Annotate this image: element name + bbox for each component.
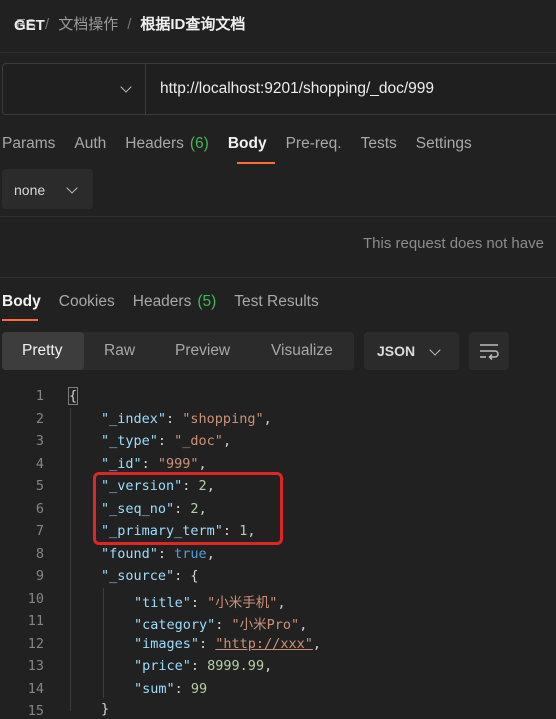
json-key: "sum"	[134, 681, 175, 697]
tab-response-headers-label: Headers	[132, 293, 192, 310]
tab-headers-count: (6)	[189, 135, 209, 152]
tab-response-body[interactable]: Body	[2, 293, 41, 310]
line-number: 6	[35, 501, 44, 517]
json-value: "_doc"	[174, 433, 223, 449]
json-field: "_id": "999",	[101, 456, 207, 472]
line-number: 10	[27, 591, 44, 607]
json-key: "images"	[134, 636, 200, 652]
tab-headers[interactable]: Headers (6)	[125, 135, 209, 152]
tab-tests[interactable]: Tests	[361, 135, 397, 152]
no-body-message: This request does not have	[363, 235, 544, 252]
json-field: "_index": "shopping",	[101, 411, 272, 427]
view-mode-raw[interactable]: Raw	[104, 342, 135, 360]
json-field: "price": 8999.99,	[134, 658, 273, 674]
active-tab-indicator	[237, 162, 275, 164]
indent-guide	[103, 588, 104, 698]
json-field: "found": true,	[101, 546, 215, 562]
tab-response-headers-count: (5)	[197, 293, 217, 310]
view-mode-preview[interactable]: Preview	[175, 342, 230, 360]
breadcrumb-item-folder[interactable]: 文档操作	[58, 16, 118, 33]
line-number: 4	[35, 456, 44, 472]
active-response-tab-indicator	[2, 319, 38, 321]
json-key: "_index"	[101, 411, 167, 427]
json-field: "category": "小米Pro",	[134, 617, 308, 633]
wrap-lines-icon	[480, 344, 499, 361]
line-number: 14	[27, 681, 44, 697]
breadcrumb: ES / 文档操作 / 根据ID查询文档	[16, 13, 245, 34]
tab-body[interactable]: Body	[228, 135, 267, 152]
json-object-open: {	[190, 568, 199, 584]
json-field: "_source": {	[101, 568, 199, 584]
json-value: "999"	[157, 456, 199, 472]
json-value: true	[174, 546, 207, 562]
tab-cookies[interactable]: Cookies	[59, 293, 115, 310]
line-number: 1	[35, 388, 44, 404]
line-number: 12	[27, 636, 44, 652]
breadcrumb-separator: /	[45, 16, 50, 33]
line-number: 5	[35, 478, 44, 494]
view-mode-visualize[interactable]: Visualize	[271, 342, 333, 360]
tab-test-results[interactable]: Test Results	[234, 293, 318, 310]
chevron-down-icon	[66, 182, 78, 194]
breadcrumb-current[interactable]: 根据ID查询文档	[140, 16, 245, 33]
tab-settings[interactable]: Settings	[416, 135, 472, 152]
json-key: "price"	[134, 658, 191, 674]
json-key: "_type"	[101, 433, 158, 449]
line-number: 9	[35, 568, 44, 584]
json-value: 99	[190, 681, 208, 697]
json-key: "found"	[101, 546, 158, 562]
json-link-value[interactable]: "http://xxx"	[215, 636, 313, 652]
line-number: 13	[27, 658, 44, 674]
wrap-lines-button[interactable]	[469, 332, 509, 370]
tab-headers-label: Headers	[125, 135, 184, 152]
json-object-close: }	[101, 701, 110, 717]
indent-guide	[70, 408, 71, 711]
json-value: 8999.99	[207, 658, 265, 674]
method-select[interactable]	[2, 63, 146, 115]
method-label: GET	[14, 17, 45, 34]
line-number: 11	[27, 613, 44, 629]
view-mode-pretty[interactable]: Pretty	[22, 342, 62, 360]
breadcrumb-separator: /	[127, 16, 132, 33]
annotation-highlight-box	[93, 472, 283, 545]
json-value: "小米Pro"	[231, 617, 300, 633]
section-divider	[0, 277, 556, 278]
tab-params[interactable]: Params	[2, 135, 55, 152]
json-field: "title": "小米手机",	[134, 595, 286, 611]
json-key: "_id"	[101, 456, 142, 472]
request-tabs: Params Auth Headers (6) Body Pre-req. Tests Set…	[2, 135, 491, 153]
tab-pre-request[interactable]: Pre-req.	[286, 135, 342, 152]
json-value: "shopping"	[182, 411, 264, 427]
line-number: 8	[35, 546, 44, 562]
chevron-down-icon	[429, 344, 441, 356]
tab-response-headers[interactable]: Headers (5)	[133, 293, 217, 310]
chevron-down-icon	[120, 81, 132, 93]
json-key: "title"	[134, 595, 191, 611]
body-type-label: none	[14, 182, 46, 198]
section-divider	[0, 216, 556, 217]
tab-auth[interactable]: Auth	[74, 135, 106, 152]
line-number: 7	[35, 523, 44, 539]
json-value: "小米手机"	[207, 595, 278, 611]
json-key: "category"	[134, 617, 216, 633]
json-field: "sum": 99	[134, 681, 208, 697]
line-number: 3	[35, 433, 44, 449]
url-input[interactable]: http://localhost:9201/shopping/_doc/999	[160, 80, 434, 98]
header-divider	[0, 52, 556, 53]
json-field: "images": "http://xxx",	[134, 636, 321, 652]
line-number: 15	[27, 703, 44, 719]
response-tabs: Body Cookies Headers (5) Test Results	[2, 293, 337, 311]
json-key: "_source"	[101, 568, 175, 584]
json-field: "_type": "_doc",	[101, 433, 232, 449]
format-label: JSON	[377, 343, 416, 359]
json-open-brace: {	[68, 387, 79, 405]
line-number: 2	[35, 411, 44, 427]
